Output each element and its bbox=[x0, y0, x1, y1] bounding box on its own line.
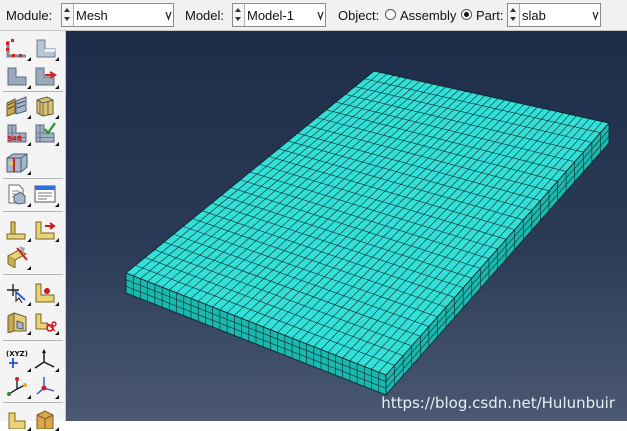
module-spin-icon[interactable] bbox=[62, 4, 74, 26]
part-radio[interactable] bbox=[461, 9, 472, 20]
assign-mesh-controls-icon[interactable] bbox=[5, 95, 31, 119]
toolbox-separator bbox=[3, 211, 63, 212]
graphics-viewport[interactable]: https://blog.csdn.net/Hulunbuir bbox=[66, 31, 627, 421]
create-csys-triad-icon[interactable] bbox=[33, 348, 59, 372]
context-bar: Module: Mesh Model: Model-1 Object: Asse… bbox=[0, 0, 627, 31]
chevron-down-icon[interactable] bbox=[590, 4, 600, 26]
toolbox-separator bbox=[3, 91, 63, 92]
object-label: Object: bbox=[338, 8, 380, 23]
datum-plane-triad-icon[interactable] bbox=[5, 375, 31, 399]
rotate-triad-icon[interactable] bbox=[33, 375, 59, 399]
datum-plane-icon[interactable] bbox=[5, 246, 31, 270]
verify-mesh-icon[interactable] bbox=[33, 122, 59, 146]
delete-part-seeds-icon[interactable] bbox=[5, 65, 31, 89]
module-value: Mesh bbox=[76, 8, 108, 23]
part-label[interactable]: Part: bbox=[476, 8, 503, 23]
partition-edge-icon[interactable] bbox=[5, 282, 31, 306]
mesh-toolbox: S4R (XYZ) bbox=[0, 31, 66, 431]
part-spin-icon[interactable] bbox=[508, 4, 520, 26]
partition-cell-icon[interactable] bbox=[5, 151, 31, 175]
assembly-label[interactable]: Assembly bbox=[400, 8, 456, 23]
chevron-down-icon[interactable] bbox=[315, 4, 325, 26]
edit-mesh-icon[interactable] bbox=[33, 183, 59, 207]
datum-axis-icon[interactable] bbox=[33, 218, 59, 242]
watermark-url: https://blog.csdn.net/Hulunbuir bbox=[381, 394, 615, 412]
seed-edges-icon[interactable] bbox=[33, 37, 59, 61]
seed-part-icon[interactable] bbox=[5, 37, 31, 61]
model-value: Model-1 bbox=[247, 8, 294, 23]
model-combo[interactable]: Model-1 bbox=[232, 3, 326, 27]
part-value: slab bbox=[522, 8, 546, 23]
mesh-part-icon[interactable]: S4R bbox=[5, 122, 31, 146]
repair-icon[interactable] bbox=[33, 407, 59, 431]
virtual-topology-icon[interactable] bbox=[5, 407, 31, 431]
datum-csys-icon[interactable]: (XYZ) bbox=[5, 348, 31, 372]
toolbox-separator bbox=[3, 274, 63, 275]
module-combo[interactable]: Mesh bbox=[61, 3, 174, 27]
create-datum-point-icon[interactable] bbox=[5, 218, 31, 242]
assembly-radio[interactable] bbox=[385, 9, 396, 20]
xyz-label: (XYZ) bbox=[6, 350, 28, 358]
svg-text:S4R: S4R bbox=[7, 135, 23, 143]
mesh-slab-render bbox=[125, 70, 610, 397]
part-combo[interactable]: slab bbox=[507, 3, 601, 27]
toolbox-separator bbox=[3, 402, 63, 403]
partition-cell-cut-icon[interactable] bbox=[33, 311, 59, 335]
module-label: Module: bbox=[6, 8, 53, 23]
partition-face-icon[interactable] bbox=[33, 282, 59, 306]
model-spin-icon[interactable] bbox=[233, 4, 245, 26]
partition-cell-extrude-icon[interactable] bbox=[5, 311, 31, 335]
toolbox-separator bbox=[3, 340, 63, 341]
assign-element-type-icon[interactable] bbox=[33, 95, 59, 119]
toolbox-separator bbox=[3, 178, 63, 179]
delete-edge-seeds-icon[interactable] bbox=[33, 65, 59, 89]
query-info-icon[interactable] bbox=[5, 183, 31, 207]
chevron-down-icon[interactable] bbox=[163, 4, 173, 26]
model-label: Model: bbox=[185, 8, 225, 23]
